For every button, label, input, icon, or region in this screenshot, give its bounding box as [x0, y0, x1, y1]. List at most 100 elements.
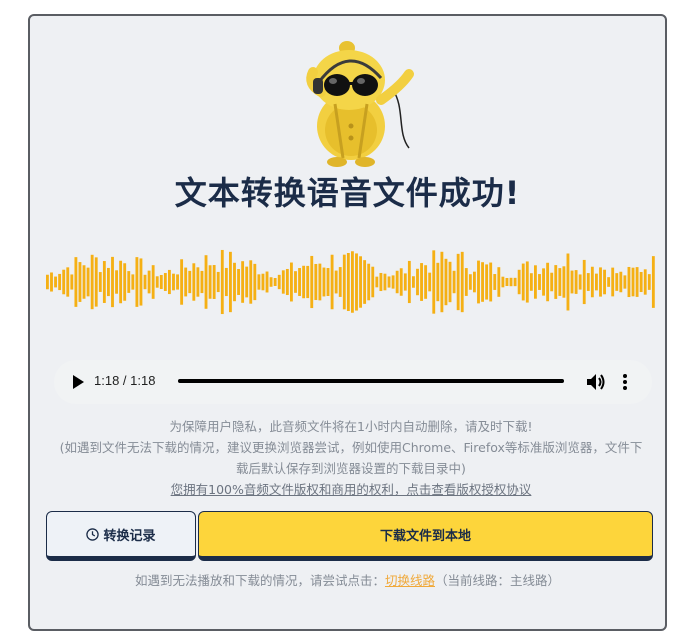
- waveform-bar: [208, 265, 212, 299]
- waveform-bar: [395, 270, 399, 294]
- waveform-bar: [412, 276, 415, 288]
- waveform-bar: [497, 267, 501, 297]
- license-link[interactable]: 您拥有100%音频文件版权和商用的权利，点击查看版权授权协议: [56, 479, 646, 500]
- waveform-bar: [407, 260, 411, 304]
- waveform-bar: [363, 260, 367, 304]
- waveform-bar: [615, 273, 619, 291]
- waveform-bar: [78, 262, 82, 302]
- waveform-bar: [285, 268, 289, 296]
- waveform-bar: [534, 265, 537, 299]
- duration: 1:18: [130, 373, 156, 388]
- waveform-bar: [163, 273, 167, 291]
- waveform-bar: [342, 254, 346, 310]
- waveform-bar: [468, 274, 472, 290]
- waveform-bar: [493, 274, 497, 290]
- waveform-bar: [391, 275, 395, 289]
- waveform-bar: [599, 267, 602, 297]
- waveform-bar: [159, 275, 163, 289]
- more-options-icon[interactable]: [620, 371, 630, 393]
- waveform-bar: [143, 274, 147, 290]
- waveform-bar: [623, 275, 627, 289]
- waveform-bar: [351, 251, 354, 313]
- waveform-bar: [489, 262, 493, 302]
- waveform-bar: [546, 262, 550, 302]
- waveform-bar: [314, 263, 318, 301]
- time-display: 1:18 / 1:18: [94, 373, 155, 388]
- waveform-bar: [521, 263, 525, 301]
- clock-icon: [86, 527, 100, 541]
- waveform-bar: [176, 274, 179, 290]
- waveform-bar: [444, 258, 448, 306]
- waveform-bar: [607, 277, 611, 287]
- waveform-bar: [257, 274, 261, 290]
- waveform-bar: [448, 261, 452, 303]
- waveform-bar: [651, 256, 655, 308]
- waveform-bar: [330, 254, 334, 310]
- progress-bar[interactable]: [178, 379, 564, 383]
- waveform-bar: [310, 255, 314, 309]
- footer-prefix: 如遇到无法播放和下载的情况，请尝试点击：: [134, 573, 385, 588]
- waveform-bar: [338, 267, 342, 297]
- volume-icon[interactable]: [584, 371, 606, 393]
- waveform-bar: [403, 273, 407, 291]
- waveform-bar: [123, 263, 127, 301]
- waveform-bar: [188, 270, 192, 294]
- notice-line-2: (如遇到文件无法下载的情况，建议更换浏览器尝试，例如使用Chrome、Firef…: [59, 440, 643, 476]
- waveform-bar: [90, 254, 94, 310]
- waveform-bar: [525, 261, 529, 303]
- audio-waveform: [46, 249, 655, 315]
- play-icon[interactable]: [68, 372, 88, 392]
- waveform-bar: [501, 276, 505, 288]
- waveform-bar: [212, 265, 216, 299]
- progress-fill: [178, 379, 564, 383]
- waveform-bar: [355, 253, 358, 311]
- waveform-bar: [265, 271, 269, 293]
- waveform-bar: [119, 260, 123, 304]
- waveform-bar: [619, 271, 623, 293]
- download-button[interactable]: 下载文件到本地: [198, 511, 653, 561]
- waveform-bar: [127, 271, 131, 293]
- waveform-bar: [50, 272, 53, 292]
- waveform-bar: [509, 277, 513, 287]
- waveform-bar: [237, 269, 240, 295]
- waveform-bar: [155, 276, 159, 288]
- waveform-bar: [566, 253, 570, 311]
- waveform-bar: [379, 272, 383, 292]
- waveform-bar: [102, 261, 106, 303]
- waveform-bar: [538, 274, 541, 290]
- waveform-bar: [62, 269, 66, 295]
- waveform-bar: [635, 267, 639, 297]
- waveform-bar: [505, 278, 509, 286]
- waveform-bar: [359, 256, 362, 308]
- waveform-bar: [294, 271, 297, 293]
- waveform-bar: [517, 269, 521, 295]
- waveform-bar: [261, 273, 265, 291]
- waveform-bar: [131, 274, 135, 290]
- waveform-bar: [74, 257, 78, 307]
- history-button[interactable]: 转换记录: [46, 511, 196, 561]
- waveform-bar: [485, 264, 489, 300]
- waveform-bar: [603, 269, 606, 295]
- waveform-bar: [562, 266, 566, 298]
- waveform-bar: [477, 260, 480, 304]
- notice-line-1: 为保障用户隐私，此音频文件将在1小时内自动删除，请及时下载!: [169, 419, 533, 434]
- mascot-illustration: [306, 41, 414, 167]
- waveform-bar: [473, 271, 476, 293]
- page-title: 文本转换语音文件成功!: [174, 174, 521, 212]
- waveform-bar: [595, 273, 598, 291]
- result-card: 文本转换语音文件成功! 1:18 / 1:18 为保障用户隐私，此音频文件将在1…: [28, 14, 667, 631]
- waveform-bar: [233, 262, 236, 302]
- waveform-bar: [241, 261, 245, 303]
- waveform-bar: [200, 270, 204, 294]
- waveform-bar: [318, 263, 322, 301]
- waveform-bar: [98, 272, 102, 292]
- current-time: 1:18: [94, 373, 120, 388]
- waveform-bar: [180, 259, 184, 305]
- waveform-bar: [269, 277, 273, 287]
- waveform-bar: [639, 271, 643, 293]
- waveform-bar: [229, 251, 232, 313]
- switch-line-link[interactable]: 切换线路: [385, 573, 435, 588]
- waveform-bar: [627, 266, 631, 298]
- waveform-bar: [420, 263, 423, 301]
- download-button-label: 下载文件到本地: [379, 528, 471, 544]
